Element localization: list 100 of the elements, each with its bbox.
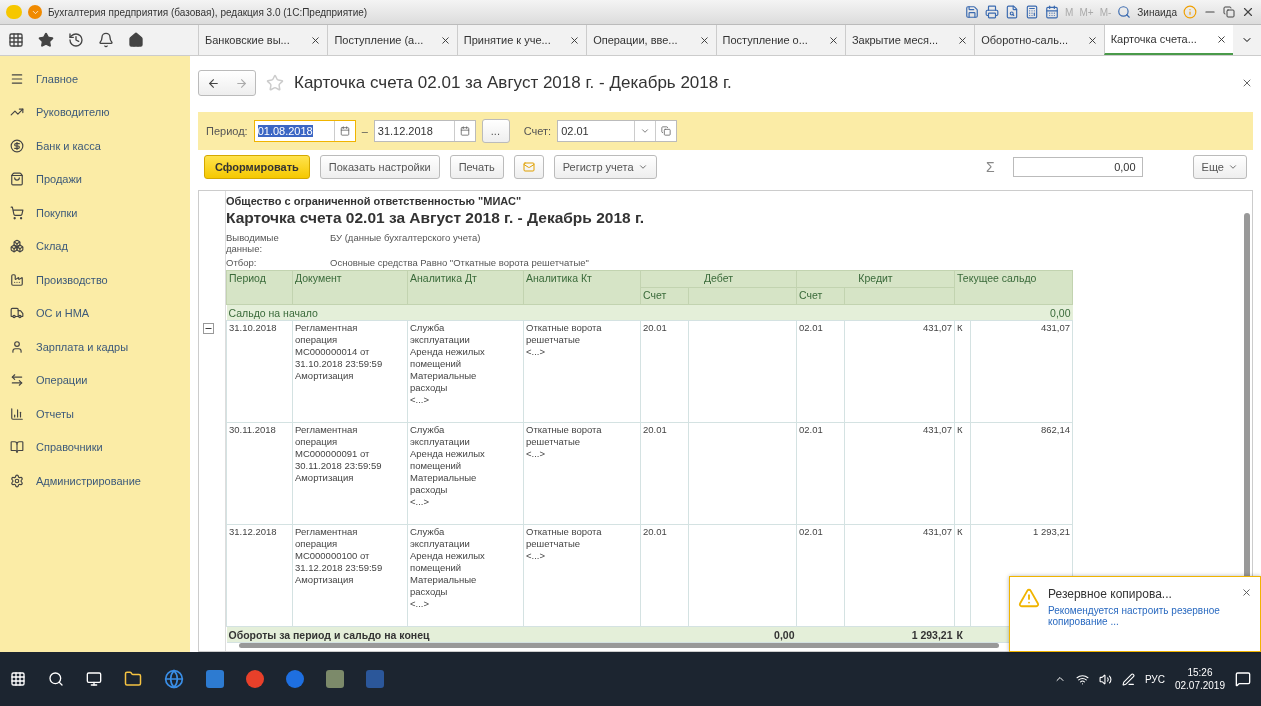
star-icon [38,32,54,48]
sum-sign: Σ [985,159,995,175]
caret-icon [1228,162,1238,172]
factory-icon [10,272,24,287]
sidebar-item[interactable]: Справочники [0,430,190,464]
form-title: Карточка счета 02.01 за Август 2018 г. - Декабрь 2018 г. [294,73,733,93]
table-cell: Откатные ворота решетчатые <...> [523,524,641,627]
tab[interactable]: Поступление (а... [327,25,457,55]
generate-button[interactable]: Сформировать [204,155,310,179]
window-title: Бухгалтерия предприятия (базовая), редакция 3.0 (1С:Предприятие) [48,6,368,18]
tab[interactable]: Операции, вве... [586,25,716,55]
calendar-icon [459,126,470,136]
close-icon[interactable] [957,34,969,46]
sidebar-item[interactable]: Главное [0,62,190,96]
print-button[interactable]: Печать [449,155,504,179]
preview-icon [1005,5,1020,19]
column-header: Текущее сальдо [954,270,1073,305]
account-field[interactable]: 02.01 [557,120,678,142]
close-icon[interactable] [827,34,839,46]
search-icon [1117,5,1132,19]
tab[interactable]: Банковские вы... [198,25,328,55]
table-cell: 20.01 [640,320,689,423]
sidebar-item[interactable]: Покупки [0,196,190,230]
browser-icon [164,669,184,689]
arrows-icon [10,373,24,388]
star-icon [266,74,284,92]
user-name[interactable]: Зинаида [1137,6,1177,18]
close-icon[interactable] [569,34,581,46]
restore-icon [1223,6,1235,18]
sidebar-item[interactable]: Склад [0,229,190,263]
close-icon[interactable] [1216,33,1227,45]
tab[interactable]: Закрытие меся... [844,25,975,55]
clock[interactable]: 15:26 02.07.2019 [1174,666,1225,692]
sidebar-item[interactable]: Зарплата и кадры [0,330,190,364]
menu-circle-icon[interactable] [28,5,42,19]
table-cell: Служба эксплуатации Аренда нежилых помещений Материальные расходы <...> [407,422,524,525]
copy-icon [661,126,672,136]
person-icon [10,339,24,354]
param-label: Выводимые данные: [226,232,280,254]
book-icon [10,440,24,455]
table-cell: 02.01 [796,320,845,423]
boxes-icon [10,239,24,254]
table-cell: 02.01 [796,422,845,525]
dash: – [361,125,368,137]
table-cell: Откатные ворота решетчатые <...> [523,320,641,423]
close-icon[interactable] [310,34,322,46]
table-cell: К [954,524,971,627]
cart-icon [10,205,24,220]
table-cell: 431,07 [844,422,955,525]
period-button[interactable]: ... [481,119,510,143]
table-cell: Регламентная операция МС000000014 от 31.10.2018 23:59:59 Амортизация [292,320,408,423]
sidebar-item[interactable]: Банк и касса [0,129,190,163]
sidebar-item[interactable]: Производство [0,263,190,297]
more-button[interactable]: Еще [1192,155,1247,179]
close-icon[interactable] [1086,34,1098,46]
table-cell: К [954,320,971,423]
tab[interactable]: Поступление о... [715,25,845,55]
close-icon [1241,77,1253,89]
print-icon [985,5,1000,19]
sidebar-item[interactable]: Продажи [0,162,190,196]
table-cell: 02.01 [796,524,845,627]
calculator-icon [1025,5,1040,19]
sidebar-item[interactable]: Руководителю [0,95,190,129]
sidebar-item[interactable]: Администрирование [0,464,190,498]
register-button[interactable]: Регистр учета [553,155,657,179]
param-value: БУ (данные бухгалтерского учета) [330,232,481,245]
sidebar-item[interactable]: Отчеты [0,397,190,431]
grid-icon [8,32,24,48]
save-icon [965,5,980,19]
calendar-icon [339,126,350,136]
history-icon [68,32,84,48]
param-label: Отбор: [226,257,258,268]
column-header: Период [226,270,293,305]
tab[interactable]: Карточка счета... [1103,25,1233,55]
scrollbar[interactable] [239,643,999,648]
tab[interactable]: Принятие к уче... [456,25,587,55]
collapse-icon[interactable] [203,323,214,334]
info-icon [1183,5,1197,19]
notification[interactable]: Резервное копирова... Рекомендуется настроить резервное копирование ... [1009,576,1261,652]
close-icon[interactable] [698,34,710,46]
caret-icon [640,126,651,136]
pen-icon [1121,672,1135,686]
close-icon[interactable] [439,34,451,46]
notifications-icon [1235,671,1251,687]
table-cell: Служба эксплуатации Аренда нежилых помещений Материальные расходы <...> [407,320,524,423]
calendar-icon [1045,5,1060,19]
column-header: Кредит [796,270,955,288]
bag-icon [10,172,24,187]
table-cell: 20.01 [640,422,689,525]
table-cell: 31.10.2018 [226,320,293,423]
date-field[interactable]: 01.08.2018 [253,120,356,142]
envelope-icon [522,161,535,173]
sidebar-item[interactable]: ОС и НМА [0,296,190,330]
arrow-left-icon [206,76,220,90]
settings-button[interactable]: Показать настройки [319,155,440,179]
sidebar-item[interactable]: Операции [0,363,190,397]
language-indicator[interactable]: РУС [1144,673,1165,685]
date-field[interactable]: 31.12.2018 [373,120,476,142]
tab[interactable]: Оборотно-саль... [974,25,1104,55]
menu-icon [10,71,24,86]
